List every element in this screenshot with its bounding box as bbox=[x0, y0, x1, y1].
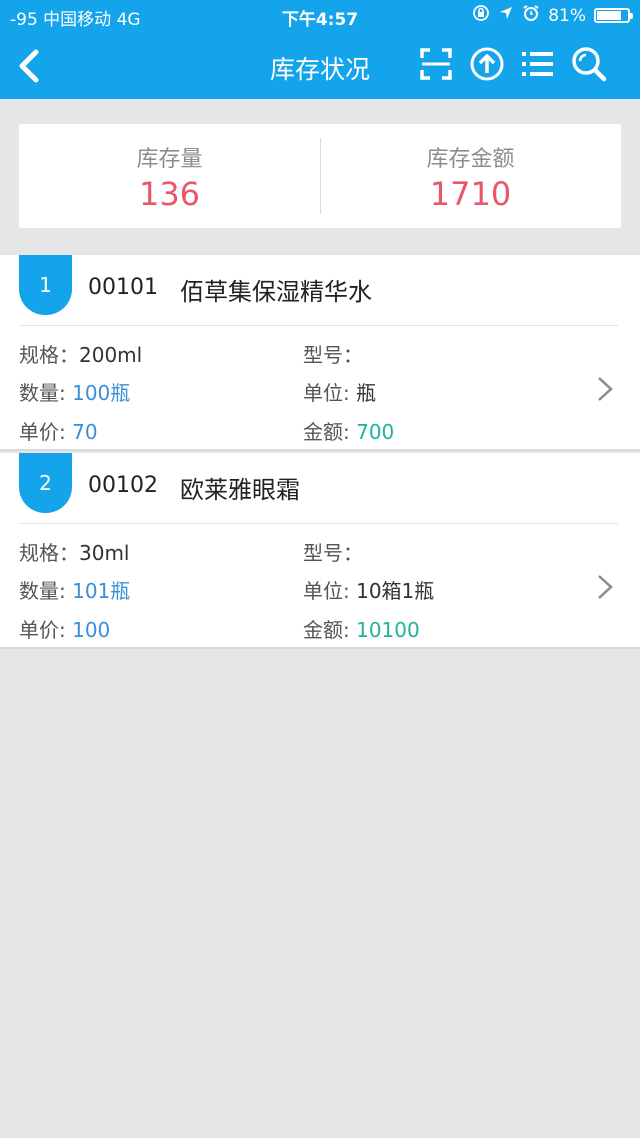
status-right: 81% bbox=[472, 4, 633, 27]
unit-label: 单位: bbox=[303, 381, 350, 405]
amount-field: 金额: 10100 bbox=[303, 614, 420, 643]
back-button[interactable] bbox=[12, 44, 48, 88]
orientation-lock-icon bbox=[472, 4, 490, 27]
app-header: -95 中国移动 4G 下午4:57 81% 库存状况 bbox=[0, 0, 640, 99]
model-label: 型号： bbox=[303, 343, 363, 367]
item-divider bbox=[19, 325, 618, 326]
stock-amount-summary: 库存金额 1710 bbox=[320, 124, 621, 228]
quantity-value: 100瓶 bbox=[72, 381, 131, 405]
status-bar: -95 中国移动 4G 下午4:57 81% bbox=[0, 0, 640, 32]
amount-value: 700 bbox=[356, 420, 395, 444]
battery-fill bbox=[597, 11, 621, 20]
spec-label: 规格： bbox=[19, 541, 79, 565]
model-field: 型号： bbox=[303, 339, 363, 368]
scan-icon bbox=[420, 48, 452, 80]
item-index-badge: 1 bbox=[19, 255, 72, 315]
item-code: 00101 bbox=[88, 275, 158, 300]
model-label: 型号： bbox=[303, 541, 363, 565]
unit-price-field: 单价: 70 bbox=[19, 416, 98, 445]
page-title: 库存状况 bbox=[269, 55, 370, 84]
item-divider bbox=[19, 523, 618, 524]
search-button[interactable] bbox=[570, 45, 608, 83]
amount-value: 10100 bbox=[356, 618, 420, 642]
unit-value: 瓶 bbox=[356, 381, 377, 405]
item-name: 佰草集保湿精华水 bbox=[180, 278, 372, 306]
battery-icon bbox=[594, 8, 633, 23]
stock-quantity-summary: 库存量 136 bbox=[19, 124, 320, 228]
item-code: 00102 bbox=[88, 473, 158, 498]
unit-price-value: 70 bbox=[72, 420, 98, 444]
unit-price-field: 单价: 100 bbox=[19, 614, 110, 643]
amount-label: 金额: bbox=[303, 420, 350, 444]
upload-icon bbox=[470, 47, 504, 81]
battery-percent: 81% bbox=[548, 5, 586, 26]
unit-label: 单位: bbox=[303, 579, 350, 603]
unit-field: 单位: 瓶 bbox=[303, 377, 376, 406]
unit-price-label: 单价: bbox=[19, 420, 66, 444]
chevron-right-icon[interactable] bbox=[596, 573, 614, 601]
stock-amount-value: 1710 bbox=[429, 175, 512, 213]
list-button[interactable] bbox=[519, 45, 557, 83]
quantity-field: 数量: 100瓶 bbox=[19, 377, 130, 406]
unit-price-label: 单价: bbox=[19, 618, 66, 642]
stock-amount-label: 库存金额 bbox=[426, 147, 515, 172]
stock-quantity-value: 136 bbox=[138, 175, 201, 213]
location-arrow-icon bbox=[498, 5, 514, 26]
amount-field: 金额: 700 bbox=[303, 416, 394, 445]
model-field: 型号： bbox=[303, 537, 363, 566]
quantity-label: 数量: bbox=[19, 579, 66, 603]
unit-field: 单位: 10箱1瓶 bbox=[303, 575, 434, 604]
quantity-label: 数量: bbox=[19, 381, 66, 405]
quantity-field: 数量: 101瓶 bbox=[19, 575, 130, 604]
search-icon bbox=[572, 47, 607, 82]
spec-value: 200ml bbox=[79, 343, 143, 367]
alarm-icon bbox=[522, 4, 540, 27]
item-index-badge: 2 bbox=[19, 453, 72, 513]
list-icon bbox=[522, 52, 553, 76]
scan-button[interactable] bbox=[417, 45, 455, 83]
chevron-right-icon[interactable] bbox=[596, 375, 614, 403]
upload-button[interactable] bbox=[468, 45, 506, 83]
inventory-summary-card: 库存量 136 库存金额 1710 bbox=[19, 124, 621, 228]
back-chevron-icon bbox=[19, 49, 39, 83]
quantity-value: 101瓶 bbox=[72, 579, 131, 603]
inventory-item-1[interactable]: 1 00101 佰草集保湿精华水 规格：200ml 型号： 数量: 100瓶 单… bbox=[0, 255, 640, 451]
spec-label: 规格： bbox=[19, 343, 79, 367]
spec-field: 规格：200ml bbox=[19, 339, 142, 368]
item-name: 欧莱雅眼霜 bbox=[180, 476, 300, 504]
spec-value: 30ml bbox=[79, 541, 130, 565]
inventory-item-2[interactable]: 2 00102 欧莱雅眼霜 规格：30ml 型号： 数量: 101瓶 单位: 1… bbox=[0, 453, 640, 649]
unit-value: 10箱1瓶 bbox=[356, 579, 435, 603]
unit-price-value: 100 bbox=[72, 618, 111, 642]
spec-field: 规格：30ml bbox=[19, 537, 130, 566]
stock-quantity-label: 库存量 bbox=[136, 147, 203, 172]
amount-label: 金额: bbox=[303, 618, 350, 642]
